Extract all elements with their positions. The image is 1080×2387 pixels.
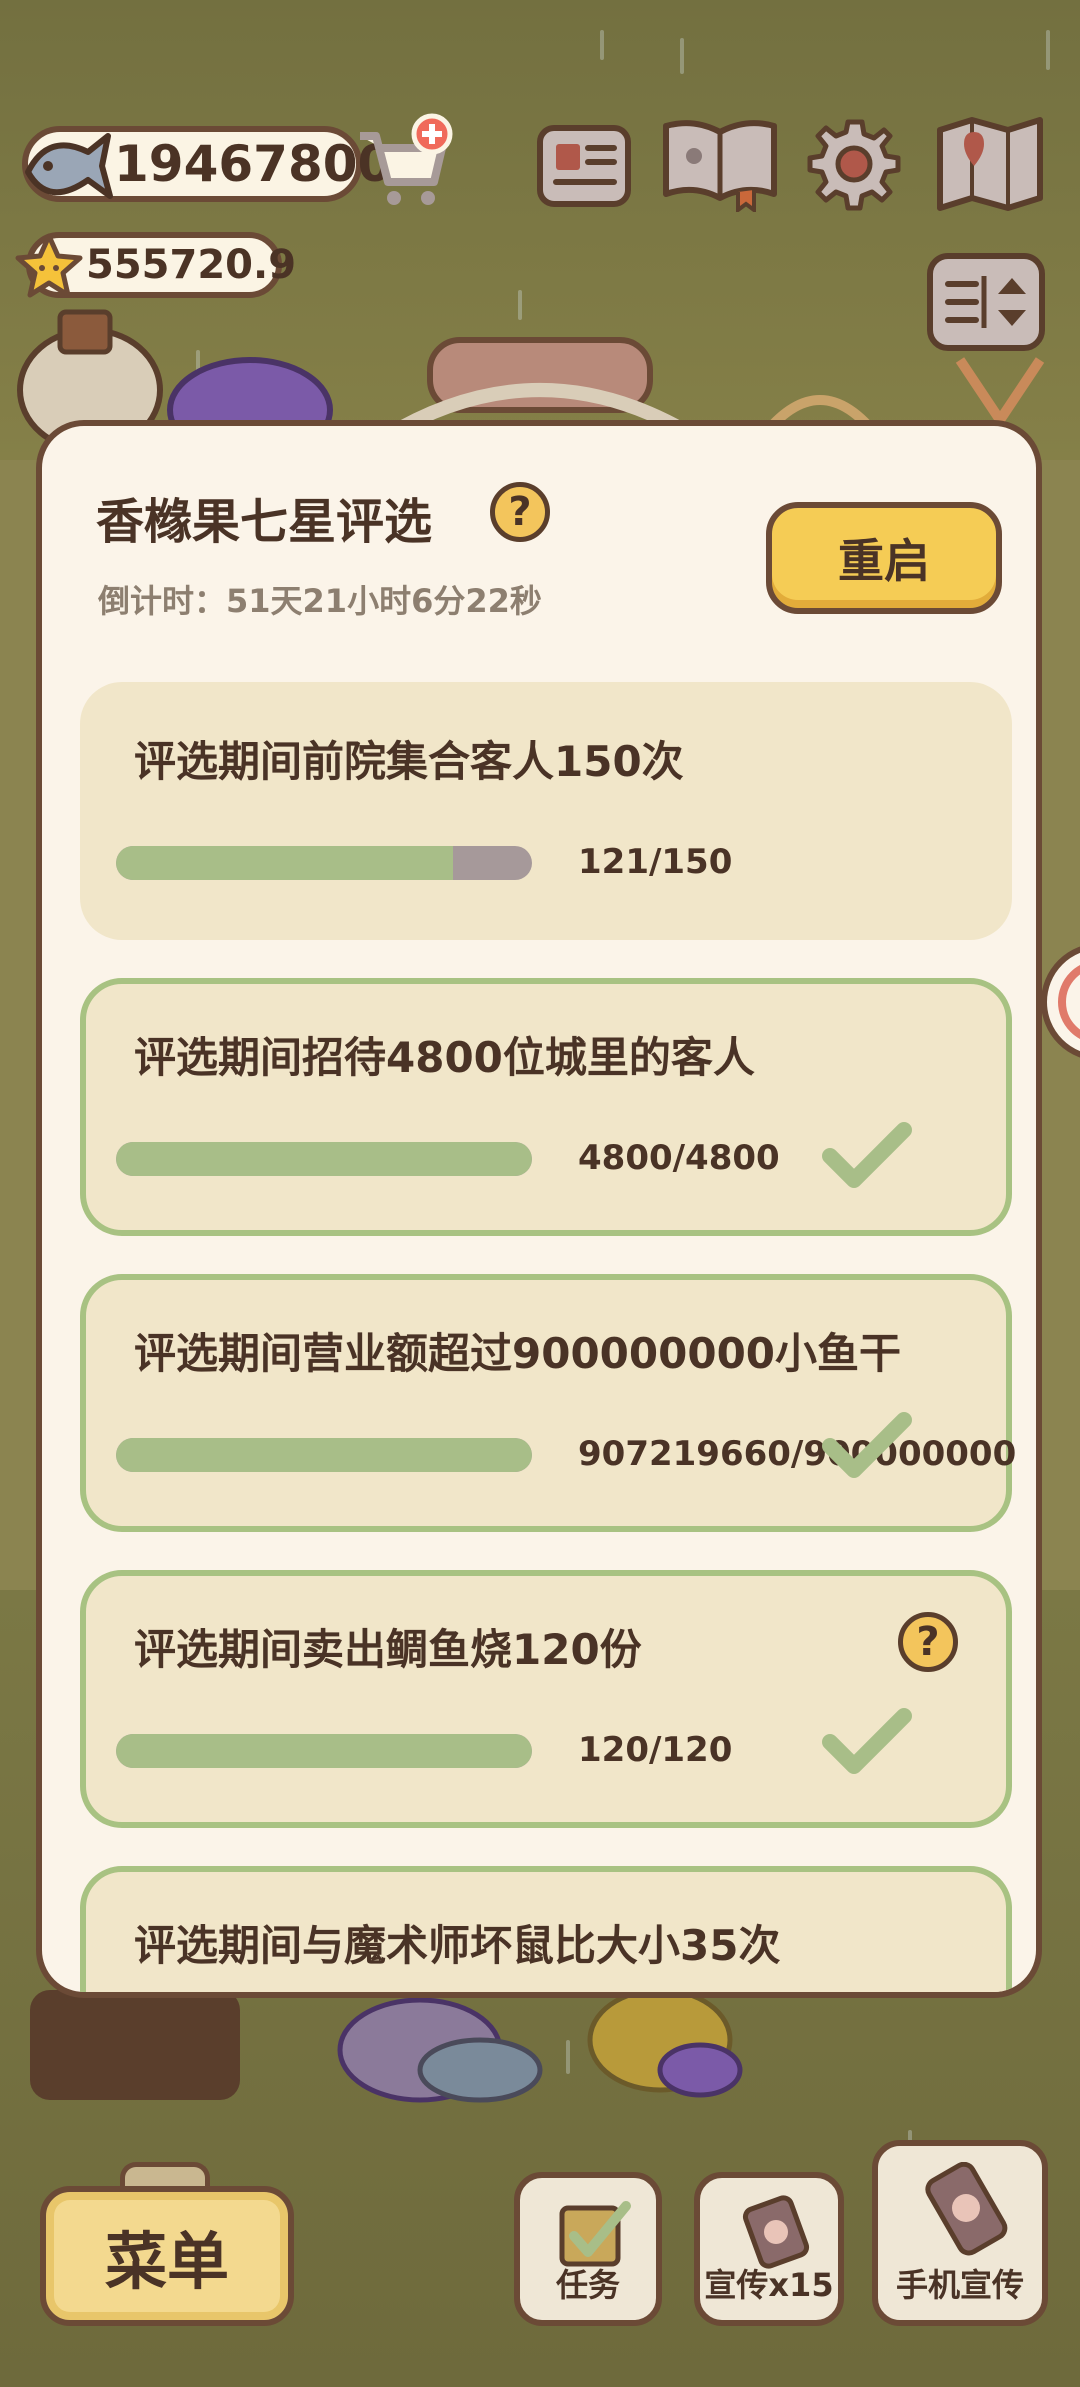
help-icon[interactable]: ? <box>490 482 550 542</box>
phone-icon <box>925 2162 1008 2256</box>
task-item: 评选期间营业额超过900000000小鱼干 907219660/90000000… <box>80 1274 1016 1532</box>
book-icon[interactable] <box>660 112 780 212</box>
progress-text: 907219660/900000000 <box>578 1434 1017 1474</box>
task-help-icon[interactable]: ? <box>898 1612 958 1672</box>
fish-currency-value: 19467800 <box>114 135 393 193</box>
menu-button-label: 菜单 <box>104 2225 229 2298</box>
progress-bar <box>116 1142 532 1176</box>
progress-fill <box>116 1734 532 1768</box>
restart-button[interactable]: 重启 <box>766 502 1002 614</box>
check-icon <box>822 1708 912 1774</box>
rain-drop <box>600 30 604 60</box>
progress-bar <box>116 1734 532 1768</box>
task-button[interactable]: 任务 <box>514 2172 662 2326</box>
phone-promotion-button[interactable]: 手机宣传 <box>872 2140 1048 2326</box>
rain-drop <box>680 38 684 74</box>
sort-icon[interactable] <box>926 252 1046 352</box>
task-item: 评选期间招待4800位城里的客人 4800/4800 <box>80 978 1012 1236</box>
task-item: 评选期间与魔术师坏鼠比大小35次 <box>80 1866 1012 1992</box>
map-icon[interactable] <box>934 114 1046 214</box>
progress-fill <box>116 1142 532 1176</box>
task-help-icon-glyph: ? <box>916 1619 940 1665</box>
progress-bar <box>116 1438 532 1472</box>
progress-text: 120/120 <box>578 1730 733 1770</box>
task-label: 评选期间营业额超过900000000小鱼干 <box>134 1329 902 1378</box>
task-item: 评选期间前院集合客人150次 121/150 <box>80 682 1012 940</box>
check-icon <box>822 1412 912 1478</box>
menu-button[interactable]: 菜单 <box>40 2186 294 2326</box>
restart-button-label: 重启 <box>838 534 930 588</box>
help-icon-glyph: ? <box>508 489 532 535</box>
task-label: 评选期间卖出鲷鱼烧120份 <box>134 1625 642 1674</box>
check-icon <box>822 1122 912 1188</box>
promotion-button-label: 宣传x15 <box>704 2266 834 2304</box>
rating-event-dialog: 香橼果七星评选 ? 倒计时：51天21小时6分22秒 重启 评选期间前院集合客人… <box>36 420 1042 1998</box>
cart-add-icon[interactable] <box>352 112 456 212</box>
fish-icon <box>25 133 113 199</box>
rain-drop <box>1046 30 1050 70</box>
task-item: 评选期间卖出鲷鱼烧120份 ? 120/120 <box>80 1570 1012 1828</box>
star-currency-value: 555720.9 <box>86 242 297 288</box>
task-label: 评选期间招待4800位城里的客人 <box>134 1033 755 1082</box>
newspaper-icon[interactable] <box>536 120 632 210</box>
progress-fill <box>116 1438 532 1472</box>
task-label: 评选期间前院集合客人150次 <box>134 737 684 786</box>
countdown-text: 倒计时：51天21小时6分22秒 <box>98 582 542 620</box>
scene-decor-top <box>17 309 1045 440</box>
promotion-button[interactable]: 宣传x15 <box>694 2172 844 2326</box>
progress-text: 4800/4800 <box>578 1138 780 1178</box>
star-icon <box>15 233 83 298</box>
progress-fill <box>116 846 453 880</box>
dialog-title: 香橼果七星评选 <box>96 494 433 550</box>
side-scroll-button[interactable] <box>1036 942 1080 1062</box>
progress-text: 121/150 <box>578 842 733 882</box>
progress-bar <box>116 846 532 880</box>
phone-promotion-button-label: 手机宣传 <box>895 2266 1024 2304</box>
gear-icon[interactable] <box>806 116 902 212</box>
task-button-label: 任务 <box>555 2266 620 2304</box>
task-label: 评选期间与魔术师坏鼠比大小35次 <box>134 1921 781 1970</box>
